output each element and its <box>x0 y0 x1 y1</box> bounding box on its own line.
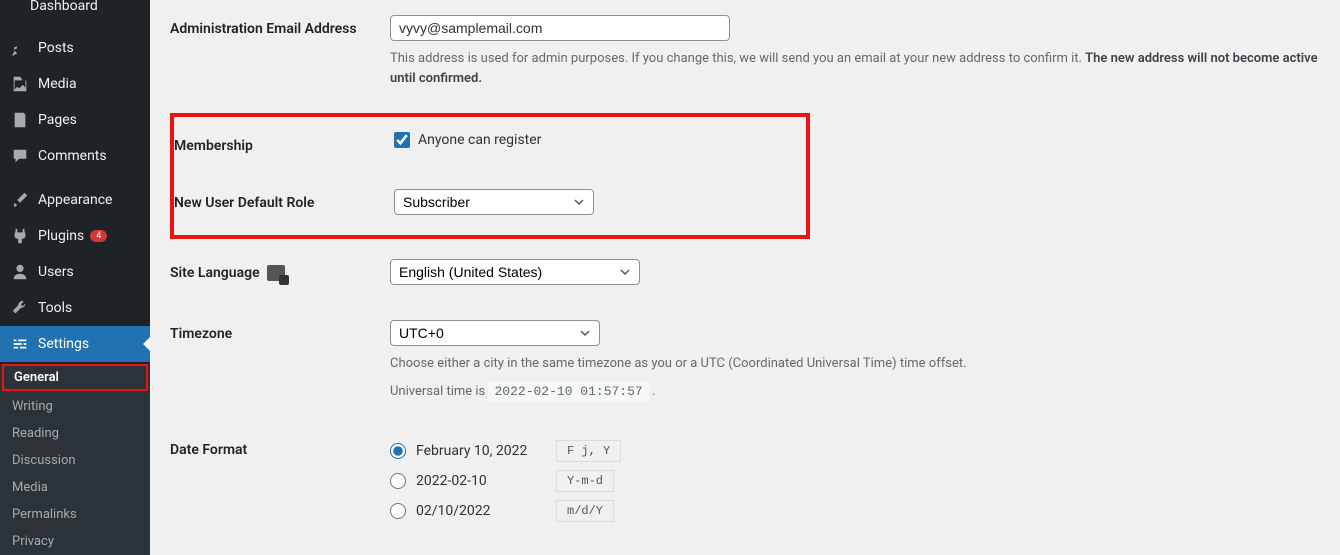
membership-label: Membership <box>174 132 394 154</box>
sidebar-label: Pages <box>38 112 77 128</box>
sidebar-label: Plugins <box>38 228 84 244</box>
date-format-label: Date Format <box>170 436 390 526</box>
sidebar-item-plugins[interactable]: Plugins 4 <box>0 218 150 254</box>
submenu-permalinks[interactable]: Permalinks <box>0 501 150 528</box>
settings-submenu: General Writing Reading Discussion Media… <box>0 364 150 555</box>
date-format-radio[interactable] <box>390 473 406 489</box>
sidebar-label: Tools <box>38 300 72 316</box>
sidebar-label: Media <box>38 76 77 92</box>
settings-content: Administration Email Address This addres… <box>150 0 1340 541</box>
wrench-icon <box>10 298 30 318</box>
sidebar-label: Users <box>38 264 74 280</box>
admin-email-input[interactable] <box>390 15 730 41</box>
submenu-general[interactable]: General <box>2 364 148 391</box>
sidebar-item-tools[interactable]: Tools <box>0 290 150 326</box>
date-format-option: 02/10/2022m/d/Y <box>390 496 1320 526</box>
comment-icon <box>10 146 30 166</box>
timezone-select[interactable]: UTC+0 <box>390 320 600 346</box>
sliders-icon <box>10 334 30 354</box>
sidebar-label: Dashboard <box>30 0 98 14</box>
plugins-badge: 4 <box>90 230 107 242</box>
submenu-media[interactable]: Media <box>0 474 150 501</box>
sidebar-label: Comments <box>38 148 107 164</box>
date-format-code: Y-m-d <box>556 470 614 492</box>
translate-icon <box>267 265 285 281</box>
universal-time-value: 2022-02-10 01:57:57 <box>488 381 648 402</box>
date-format-radio[interactable] <box>390 443 406 459</box>
date-format-options: February 10, 2022F j, Y2022-02-10Y-m-d02… <box>390 436 1320 526</box>
admin-sidebar: Dashboard Posts Media Pages Comments App… <box>0 0 150 541</box>
site-language-select[interactable]: English (United States) <box>390 259 640 285</box>
sidebar-item-users[interactable]: Users <box>0 254 150 290</box>
sidebar-label: Settings <box>38 336 89 352</box>
sidebar-item-comments[interactable]: Comments <box>0 138 150 174</box>
highlight-membership-box: Membership Anyone can register New User … <box>170 113 810 239</box>
pushpin-icon <box>10 38 30 58</box>
sidebar-item-pages[interactable]: Pages <box>0 102 150 138</box>
page-icon <box>10 110 30 130</box>
date-format-code: F j, Y <box>556 440 621 462</box>
submenu-writing[interactable]: Writing <box>0 393 150 420</box>
date-format-option: February 10, 2022F j, Y <box>390 436 1320 466</box>
date-format-label: February 10, 2022 <box>416 443 556 459</box>
submenu-privacy[interactable]: Privacy <box>0 528 150 555</box>
media-icon <box>10 74 30 94</box>
date-format-label: 02/10/2022 <box>416 503 556 519</box>
submenu-reading[interactable]: Reading <box>0 420 150 447</box>
admin-email-description: This address is used for admin purposes.… <box>390 49 1320 88</box>
sidebar-item-appearance[interactable]: Appearance <box>0 182 150 218</box>
sidebar-item-dashboard[interactable]: Dashboard <box>0 0 150 22</box>
brush-icon <box>10 190 30 210</box>
user-icon <box>10 262 30 282</box>
date-format-option: 2022-02-10Y-m-d <box>390 466 1320 496</box>
universal-time-row: Universal time is 2022-02-10 01:57:57 . <box>390 382 1320 402</box>
date-format-code: m/d/Y <box>556 500 614 522</box>
sidebar-label: Appearance <box>38 192 112 208</box>
date-format-radio[interactable] <box>390 503 406 519</box>
timezone-description: Choose either a city in the same timezon… <box>390 354 1320 374</box>
anyone-can-register-checkbox[interactable] <box>394 132 410 148</box>
plug-icon <box>10 226 30 246</box>
admin-email-label: Administration Email Address <box>170 15 390 88</box>
sidebar-item-settings[interactable]: Settings <box>0 326 150 362</box>
sidebar-label: Posts <box>38 40 74 56</box>
default-role-label: New User Default Role <box>174 189 394 215</box>
date-format-label: 2022-02-10 <box>416 473 556 489</box>
sidebar-item-posts[interactable]: Posts <box>0 30 150 66</box>
submenu-discussion[interactable]: Discussion <box>0 447 150 474</box>
default-role-select[interactable]: Subscriber <box>394 189 594 215</box>
timezone-label: Timezone <box>170 320 390 401</box>
sidebar-item-media[interactable]: Media <box>0 66 150 102</box>
anyone-can-register-label: Anyone can register <box>418 132 541 148</box>
site-language-label: Site Language <box>170 259 390 285</box>
